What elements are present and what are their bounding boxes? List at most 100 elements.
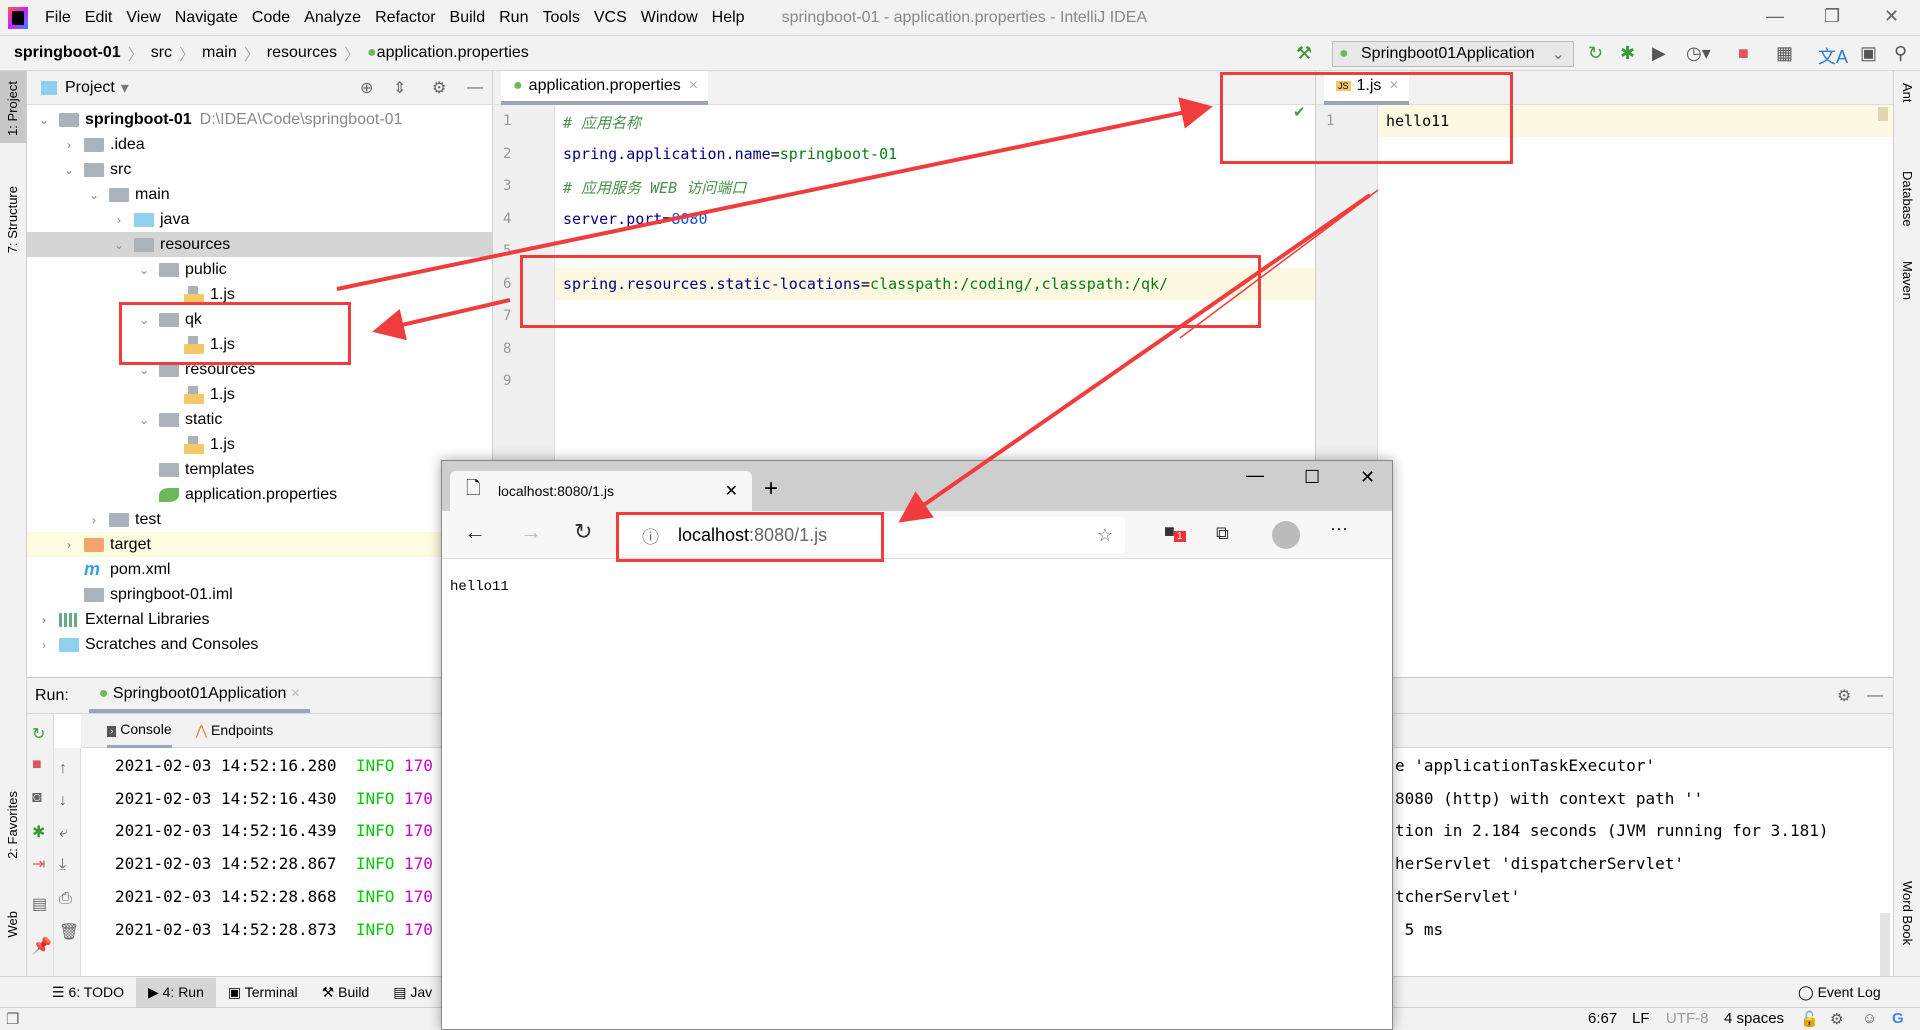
crumb-src[interactable]: src: [151, 44, 172, 62]
tree-node[interactable]: application.properties: [27, 482, 492, 507]
event-log-button[interactable]: ◯ Event Log: [1798, 984, 1881, 1001]
crumb-file[interactable]: application.properties: [377, 44, 529, 62]
code-line[interactable]: server.port=8080: [563, 210, 708, 228]
chevron-down-icon[interactable]: ⌄: [137, 313, 151, 327]
back-button[interactable]: ←: [464, 519, 486, 545]
project-view-select[interactable]: Project: [65, 79, 115, 97]
hide-icon[interactable]: —: [1867, 687, 1883, 705]
tab-build[interactable]: ⚒ Build: [310, 978, 382, 1007]
tab-run[interactable]: ▶ 4: Run: [135, 977, 216, 1007]
chevron-down-icon[interactable]: ⌄: [112, 238, 126, 252]
tab-console[interactable]: › Console: [107, 713, 172, 748]
line-separator[interactable]: LF: [1632, 1010, 1650, 1027]
tree-node[interactable]: 1.js: [27, 282, 492, 307]
tree-node[interactable]: ⌄ resources: [27, 232, 492, 257]
browser-tab[interactable]: 🗋 localhost:8080/1.js ✕: [450, 471, 752, 511]
pin-icon[interactable]: 📌: [32, 936, 52, 956]
tab-todo[interactable]: ☰ 6: TODO: [40, 978, 136, 1007]
search-icon[interactable]: ⚲: [1894, 43, 1907, 64]
tree-node[interactable]: 1.js: [27, 432, 492, 457]
menu-vcs[interactable]: VCS: [587, 9, 634, 27]
tree-node[interactable]: ⌄ main: [27, 182, 492, 207]
soft-wrap-icon[interactable]: ⤶: [59, 824, 68, 842]
code-line[interactable]: # 应用服务 WEB 访问端口: [563, 177, 746, 198]
hide-icon[interactable]: —: [467, 79, 483, 97]
minimize-button[interactable]: —: [1766, 6, 1784, 27]
chevron-down-icon[interactable]: ⌄: [87, 188, 101, 202]
more-menu-icon[interactable]: ⋯: [1330, 519, 1348, 540]
collections-icon[interactable]: ⧉: [1216, 523, 1229, 544]
chevron-right-icon[interactable]: ›: [37, 638, 51, 652]
menu-analyze[interactable]: Analyze: [297, 9, 368, 27]
print-icon[interactable]: ⎙: [59, 890, 72, 908]
rerun-icon[interactable]: ↻: [1588, 43, 1603, 64]
crumb-resources[interactable]: resources: [267, 44, 337, 62]
profile-avatar[interactable]: [1272, 521, 1300, 549]
crumb-main[interactable]: main: [202, 44, 237, 62]
close-button[interactable]: ✕: [1360, 467, 1375, 488]
chevron-down-icon[interactable]: ⌄: [62, 163, 76, 177]
debug-icon[interactable]: ✱: [32, 822, 45, 842]
tree-node[interactable]: m pom.xml: [27, 557, 492, 582]
layout-icon[interactable]: ▤: [32, 894, 47, 914]
tree-node[interactable]: › test: [27, 507, 492, 532]
code-line[interactable]: spring.resources.static-locations=classp…: [563, 275, 1168, 293]
caret-position[interactable]: 6:67: [1588, 1010, 1617, 1027]
tool-project[interactable]: 1: Project: [5, 81, 20, 136]
tree-node[interactable]: ⌄ static: [27, 407, 492, 432]
tree-node[interactable]: › target: [27, 532, 492, 557]
tool-ant[interactable]: Ant: [1900, 83, 1915, 103]
tree-node[interactable]: › Scratches and Consoles: [27, 632, 492, 657]
tool-maven[interactable]: Maven: [1900, 261, 1915, 300]
build-hammer-icon[interactable]: ⚒: [1296, 43, 1312, 64]
tree-node[interactable]: ⌄ qk: [27, 307, 492, 332]
close-tab-icon[interactable]: ✕: [725, 481, 738, 501]
scroll-to-end-icon[interactable]: ⤓: [59, 856, 66, 874]
close-tab-icon[interactable]: ×: [291, 685, 300, 702]
chevron-right-icon[interactable]: ›: [62, 138, 76, 152]
chevron-down-icon[interactable]: ⌄: [37, 113, 51, 127]
menu-navigate[interactable]: Navigate: [168, 9, 245, 27]
rerun-icon[interactable]: ↻: [32, 724, 45, 744]
code-line[interactable]: hello11: [1386, 112, 1449, 130]
tab-endpoints[interactable]: ⋀ Endpoints: [196, 722, 274, 739]
tree-node[interactable]: › External Libraries: [27, 607, 492, 632]
tab-1-js[interactable]: JS 1.js ×: [1324, 71, 1409, 105]
close-button[interactable]: ✕: [1884, 6, 1899, 27]
tool-favorites[interactable]: 2: Favorites: [5, 791, 20, 859]
tool-web[interactable]: Web: [5, 911, 20, 938]
layout-toggle-icon[interactable]: ❐: [6, 1010, 19, 1028]
tree-node[interactable]: › java: [27, 207, 492, 232]
project-structure-icon[interactable]: ▦: [1776, 43, 1793, 64]
chevron-right-icon[interactable]: ›: [87, 513, 101, 527]
menu-build[interactable]: Build: [443, 9, 493, 27]
menu-window[interactable]: Window: [634, 9, 705, 27]
minimize-button[interactable]: —: [1246, 465, 1264, 486]
tree-node[interactable]: springboot-01.iml: [27, 582, 492, 607]
menu-run[interactable]: Run: [492, 9, 535, 27]
code-line[interactable]: # 应用名称: [563, 112, 641, 133]
tree-node[interactable]: ⌄ public: [27, 257, 492, 282]
tree-node[interactable]: ⌄ src: [27, 157, 492, 182]
menu-tools[interactable]: Tools: [535, 9, 586, 27]
git-settings-icon[interactable]: ⚙: [1830, 1010, 1843, 1028]
trash-icon[interactable]: 🗑: [59, 922, 79, 942]
translate-icon[interactable]: 文A: [1818, 43, 1848, 69]
chevron-right-icon[interactable]: ›: [37, 613, 51, 627]
indent-setting[interactable]: 4 spaces: [1724, 1010, 1784, 1027]
tab-java[interactable]: ▤ Jav: [381, 978, 444, 1007]
tool-word-book[interactable]: Word Book: [1900, 881, 1915, 945]
coverage-icon[interactable]: ▶: [1652, 43, 1666, 64]
tree-node[interactable]: 1.js: [27, 332, 492, 357]
profile-icon[interactable]: ◷▾: [1686, 43, 1711, 64]
debug-icon[interactable]: ✱: [1620, 43, 1635, 64]
menu-file[interactable]: File: [38, 9, 78, 27]
tree-node[interactable]: templates: [27, 457, 492, 482]
maximize-button[interactable]: ☐: [1304, 467, 1320, 488]
extension-icon[interactable]: ■ 1: [1164, 521, 1186, 542]
tree-node[interactable]: 1.js: [27, 382, 492, 407]
tree-node[interactable]: ⌄ resources: [27, 357, 492, 382]
chevron-down-icon[interactable]: ⌄: [137, 413, 151, 427]
chevron-right-icon[interactable]: ›: [62, 538, 76, 552]
tree-node[interactable]: ⌄ springboot-01 D:\IDEA\Code\springboot-01: [27, 107, 492, 132]
